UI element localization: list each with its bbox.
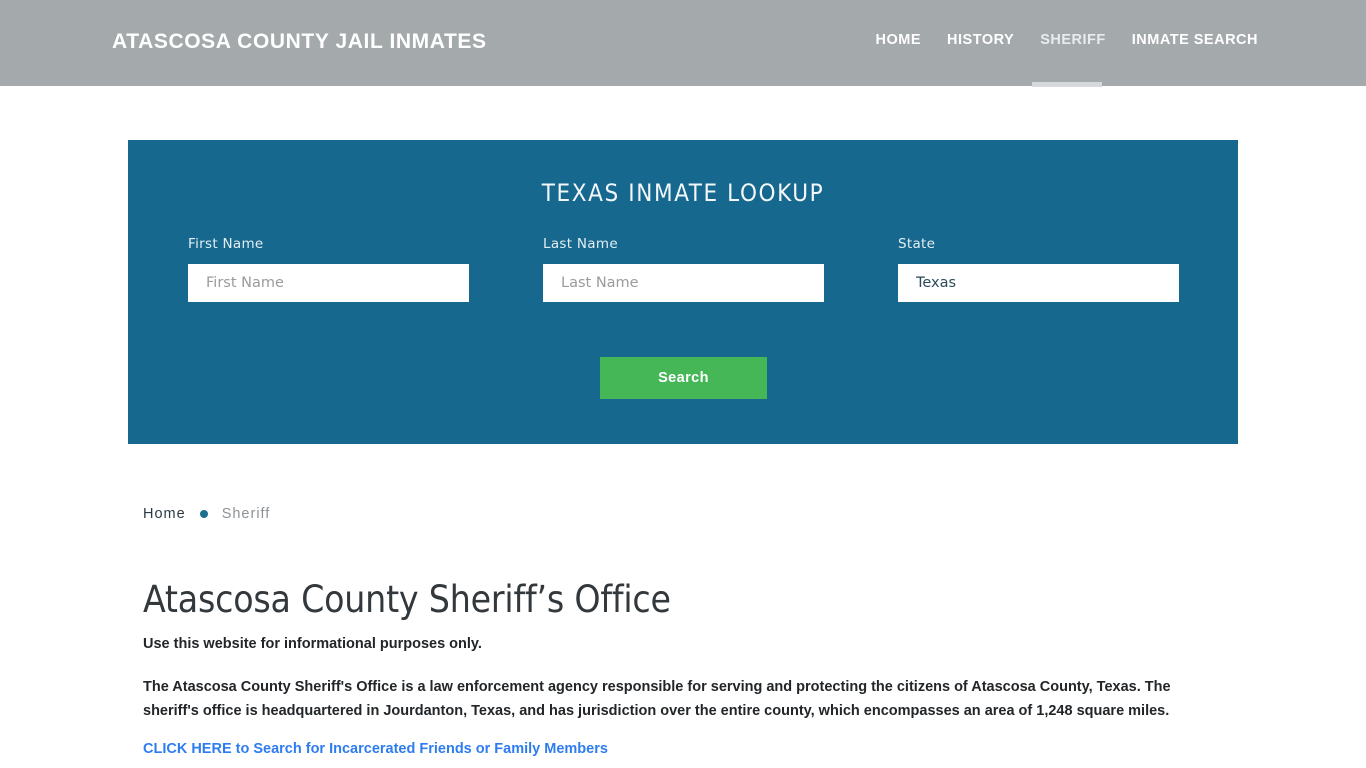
site-header: ATASCOSA COUNTY JAIL INMATES HOME HISTOR… xyxy=(0,0,1366,87)
inmate-search-cta-link[interactable]: CLICK HERE to Search for Incarcerated Fr… xyxy=(143,741,608,757)
nav-item-inmate-search[interactable]: INMATE SEARCH xyxy=(1132,32,1258,50)
site-title: ATASCOSA COUNTY JAIL INMATES xyxy=(112,30,487,53)
breadcrumb-current-page: Sheriff xyxy=(221,506,271,522)
search-button[interactable]: Search xyxy=(600,357,767,399)
first-name-field-group: First Name xyxy=(188,236,469,302)
active-nav-underline xyxy=(1032,82,1102,87)
last-name-label: Last Name xyxy=(543,236,618,252)
first-name-label: First Name xyxy=(188,236,264,252)
nav-item-sheriff[interactable]: SHERIFF xyxy=(1040,32,1106,50)
nav-item-home[interactable]: HOME xyxy=(876,32,922,50)
sheriff-description: The Atascosa County Sheriff's Office is … xyxy=(143,679,1171,719)
last-name-field-group: Last Name xyxy=(543,236,824,302)
informational-notice: Use this website for informational purpo… xyxy=(143,636,482,652)
first-name-input[interactable] xyxy=(188,264,469,302)
lookup-title: TEXAS INMATE LOOKUP xyxy=(541,179,825,207)
last-name-input[interactable] xyxy=(543,264,824,302)
state-label: State xyxy=(898,236,936,252)
page-title: Atascosa County Sheriff’s Office xyxy=(143,578,671,621)
breadcrumb: Home Sheriff xyxy=(143,506,270,522)
inmate-lookup-panel: TEXAS INMATE LOOKUP First Name Last Name… xyxy=(128,140,1238,444)
breadcrumb-home-link[interactable]: Home xyxy=(143,506,186,522)
breadcrumb-separator-dot-icon xyxy=(199,510,208,518)
state-input[interactable] xyxy=(898,264,1179,302)
state-field-group: State xyxy=(898,236,1179,302)
main-navigation: HOME HISTORY SHERIFF INMATE SEARCH xyxy=(876,32,1258,50)
nav-item-history[interactable]: HISTORY xyxy=(947,32,1014,50)
